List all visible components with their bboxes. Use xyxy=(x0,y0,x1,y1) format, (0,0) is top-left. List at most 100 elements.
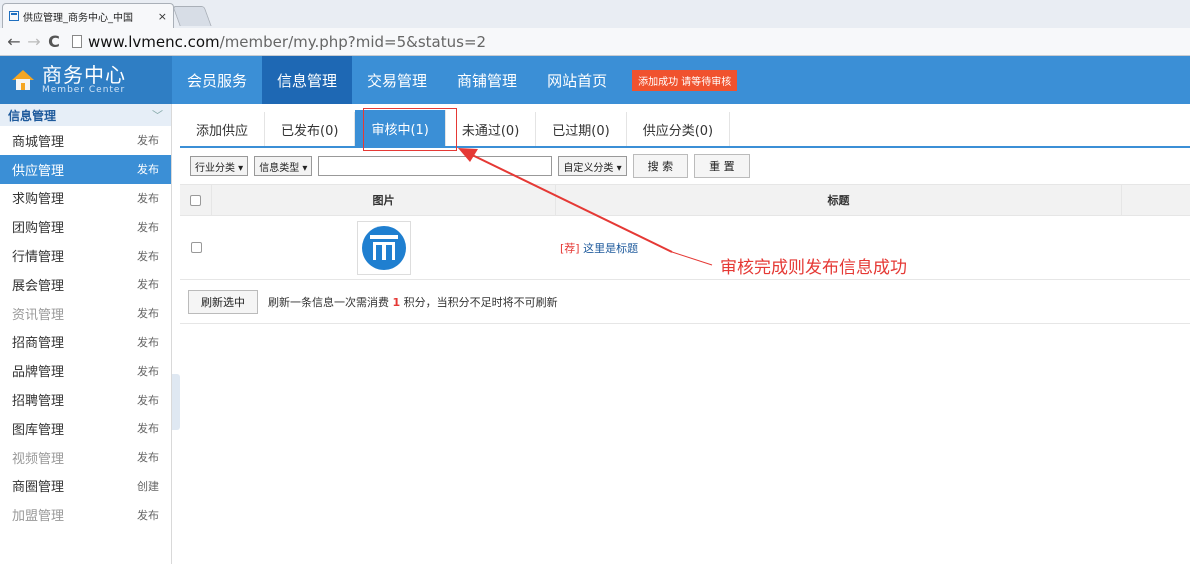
page-icon xyxy=(72,35,82,48)
sidebar-item-purchase[interactable]: 求购管理 发布 xyxy=(0,184,171,213)
sidebar-item-action[interactable]: 发布 xyxy=(137,420,159,436)
tab-expired[interactable]: 已过期(0) xyxy=(536,112,627,146)
sidebar-item-label: 行情管理 xyxy=(12,250,65,266)
logo-icon xyxy=(362,225,406,270)
nav-info-management[interactable]: 信息管理 xyxy=(262,56,353,104)
refresh-note-num: 1 xyxy=(392,295,401,309)
address-bar: ← → C www.lvmenc.com/member/my.php?mid=5… xyxy=(0,28,1190,56)
sidebar-collapse-handle[interactable] xyxy=(172,374,180,430)
sidebar-item-exhibit[interactable]: 展会管理 发布 xyxy=(0,270,171,299)
sidebar-item-label: 资讯管理 xyxy=(12,307,65,323)
new-tab-button[interactable] xyxy=(172,6,212,26)
annotation-text: 审核完成则发布信息成功 xyxy=(720,258,907,278)
sidebar-item-label: 团购管理 xyxy=(12,221,65,237)
tab-supply-category[interactable]: 供应分类(0) xyxy=(627,112,731,146)
tab-published[interactable]: 已发布(0) xyxy=(265,112,356,146)
site-header: 商务中心 Member Center 会员服务 信息管理 交易管理 商铺管理 网… xyxy=(0,56,1190,104)
footer-actions: 刷新选中 刷新一条信息一次需消费 1 积分，当积分不足时将不可刷新 xyxy=(180,280,1190,324)
keyword-input[interactable] xyxy=(318,156,553,176)
sidebar-item-action[interactable]: 发布 xyxy=(137,276,159,292)
sidebar-item-action[interactable]: 创建 xyxy=(137,478,159,494)
sidebar-item-label: 展会管理 xyxy=(12,278,65,294)
sidebar: 信息管理 ﹀ 商城管理 发布 供应管理 发布 求购管理 发布 团购管理 发布 行情管理发… xyxy=(0,104,172,564)
sidebar-item-action[interactable]: 发布 xyxy=(137,392,159,408)
reload-icon[interactable]: C xyxy=(44,32,64,51)
row-checkbox[interactable] xyxy=(190,242,202,253)
brand[interactable]: 商务中心 Member Center xyxy=(0,56,172,104)
sidebar-item-quote[interactable]: 行情管理 发布 xyxy=(0,241,171,270)
chevron-down-icon: ﹀ xyxy=(152,109,163,122)
home-icon xyxy=(12,70,34,90)
brand-title: 商务中心 xyxy=(42,63,126,87)
sidebar-item-action[interactable]: 发布 xyxy=(137,132,159,148)
refresh-note: 刷新一条信息一次需消费 1 积分，当积分不足时将不可刷新 xyxy=(268,294,558,310)
sidebar-item-label: 招商管理 xyxy=(12,336,65,352)
nav-site-home[interactable]: 网站首页 xyxy=(532,56,622,104)
sidebar-item-gallery[interactable]: 图库管理 发布 xyxy=(0,414,171,443)
sidebar-item-action[interactable]: 发布 xyxy=(137,507,159,523)
annotation-highlight-box xyxy=(363,108,457,151)
browser-tab[interactable]: 供应管理_商务中心_中国 × xyxy=(2,3,174,28)
tab-rejected[interactable]: 未通过(0) xyxy=(446,112,537,146)
column-image: 图片 xyxy=(212,185,556,215)
table-row: [荐] 这里是标题 xyxy=(180,216,1190,280)
nav-shop-management[interactable]: 商铺管理 xyxy=(442,56,532,104)
sidebar-item-jobs[interactable]: 招聘管理 发布 xyxy=(0,385,171,414)
back-icon[interactable]: ← xyxy=(4,32,24,51)
favicon-icon xyxy=(9,11,19,21)
sidebar-item-action[interactable]: 发布 xyxy=(137,248,159,264)
sidebar-item-label: 图库管理 xyxy=(12,422,65,438)
sidebar-item-label: 招聘管理 xyxy=(12,394,65,410)
sidebar-item-label: 加盟管理 xyxy=(12,509,65,525)
sidebar-item-mall[interactable]: 商城管理 发布 xyxy=(0,126,171,155)
sidebar-item-video[interactable]: 视频管理 发布 xyxy=(0,443,171,472)
brand-subtitle: Member Center xyxy=(42,85,126,95)
tab-close-icon[interactable]: × xyxy=(158,10,167,23)
main-nav: 会员服务 信息管理 交易管理 商铺管理 网站首页 添加成功 请等待审核 xyxy=(172,56,738,104)
tab-add-supply[interactable]: 添加供应 xyxy=(180,112,266,146)
refresh-note-pre: 刷新一条信息一次需消费 xyxy=(268,295,389,309)
sidebar-item-action[interactable]: 发布 xyxy=(137,219,159,235)
sidebar-item-circle[interactable]: 商圈管理 创建 xyxy=(0,472,171,501)
select-all-checkbox[interactable] xyxy=(190,194,201,206)
sidebar-item-action[interactable]: 发布 xyxy=(137,363,159,379)
sidebar-item-franchise[interactable]: 加盟管理 发布 xyxy=(0,500,171,529)
search-button[interactable]: 搜 索 xyxy=(632,154,689,178)
info-type-select[interactable]: 信息类型 ▾ xyxy=(254,156,313,176)
url-path: /member/my.php?mid=5&status=2 xyxy=(219,32,487,51)
row-title-link[interactable]: [荐] 这里是标题 xyxy=(556,240,638,256)
table-header: 图片 标题 xyxy=(180,184,1190,216)
column-title: 标题 xyxy=(556,185,1122,215)
sidebar-item-groupbuy[interactable]: 团购管理 发布 xyxy=(0,212,171,241)
sidebar-item-invest[interactable]: 招商管理 发布 xyxy=(0,328,171,357)
sidebar-item-brand[interactable]: 品牌管理 发布 xyxy=(0,356,171,385)
sidebar-item-supply[interactable]: 供应管理 发布 xyxy=(0,154,171,184)
tab-title: 供应管理_商务中心_中国 xyxy=(23,12,133,24)
row-title-text: 这里是标题 xyxy=(583,241,639,255)
refresh-selected-button[interactable]: 刷新选中 xyxy=(188,289,258,314)
sidebar-heading[interactable]: 信息管理 ﹀ xyxy=(0,104,171,126)
item-thumbnail[interactable] xyxy=(357,220,411,275)
custom-category-select[interactable]: 自定义分类 ▾ xyxy=(558,156,627,176)
sidebar-item-action[interactable]: 发布 xyxy=(137,305,159,321)
subtabs: 添加供应 已发布(0) 审核中(1) 未通过(0) 已过期(0) 供应分类(0) xyxy=(180,104,1190,151)
url-input[interactable]: www.lvmenc.com/member/my.php?mid=5&statu… xyxy=(72,31,1190,53)
sidebar-item-action[interactable]: 发布 xyxy=(137,190,159,206)
industry-select[interactable]: 行业分类 ▾ xyxy=(190,156,249,176)
url-host: www.lvmenc.com xyxy=(88,32,220,51)
sidebar-item-label: 视频管理 xyxy=(12,451,65,467)
search-bar: 行业分类 ▾ 信息类型 ▾ 自定义分类 ▾ 搜 索 重 置 xyxy=(180,148,1190,184)
sidebar-item-action[interactable]: 发布 xyxy=(137,161,159,177)
sidebar-item-label: 商圈管理 xyxy=(12,480,65,496)
sidebar-item-label: 品牌管理 xyxy=(12,365,65,381)
sidebar-item-label: 求购管理 xyxy=(12,192,65,208)
sidebar-item-news[interactable]: 资讯管理 发布 xyxy=(0,299,171,328)
browser-tabbar: 供应管理_商务中心_中国 × xyxy=(0,0,1190,28)
nav-trade-management[interactable]: 交易管理 xyxy=(352,56,442,104)
nav-member-service[interactable]: 会员服务 xyxy=(172,56,262,104)
sidebar-item-action[interactable]: 发布 xyxy=(137,334,159,350)
forward-icon[interactable]: → xyxy=(24,32,44,51)
reset-button[interactable]: 重 置 xyxy=(694,154,750,178)
sidebar-item-action[interactable]: 发布 xyxy=(137,449,159,465)
sidebar-heading-label: 信息管理 xyxy=(8,108,57,123)
